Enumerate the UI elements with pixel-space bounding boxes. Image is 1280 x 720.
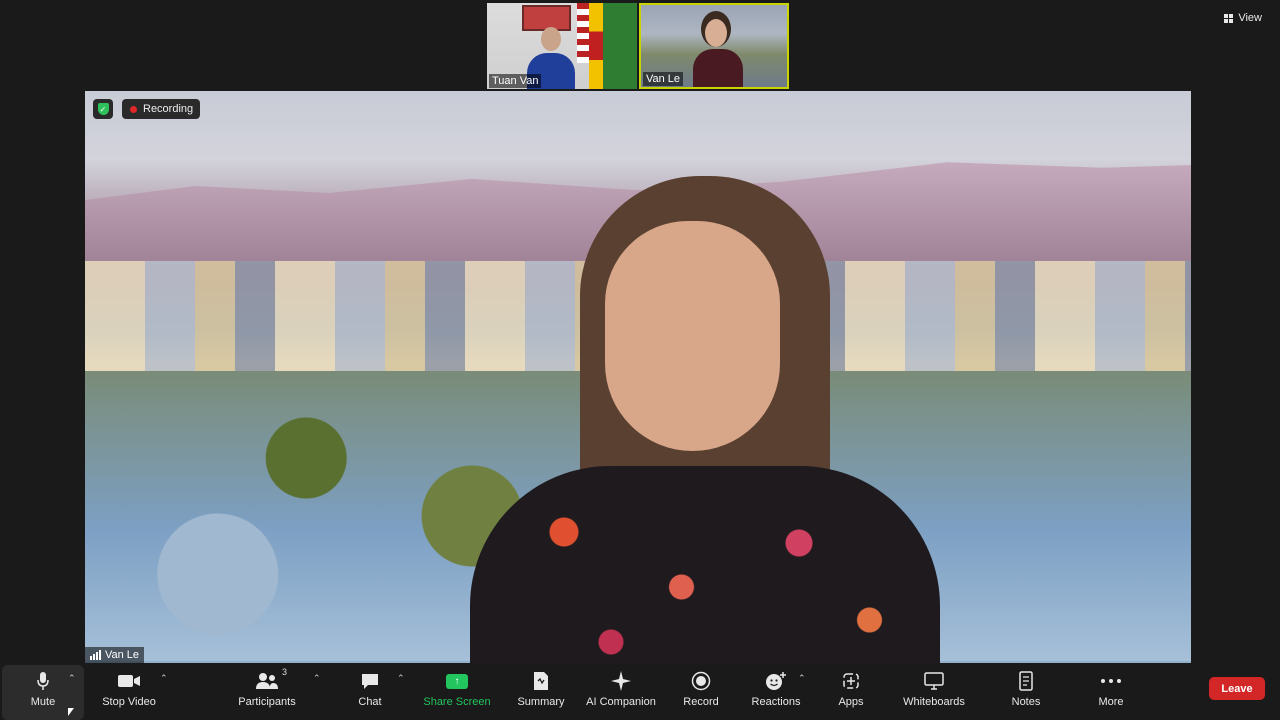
notes-icon: [1018, 670, 1034, 692]
summary-button[interactable]: Summary: [514, 665, 568, 720]
chat-button[interactable]: Chat: [352, 665, 388, 720]
share-screen-label: Share Screen: [423, 696, 491, 708]
more-dots-icon: [1100, 670, 1122, 692]
whiteboards-button[interactable]: Whiteboards: [900, 665, 968, 720]
more-button[interactable]: More: [1090, 665, 1132, 720]
whiteboards-label: Whiteboards: [903, 696, 965, 708]
microphone-icon: [36, 670, 50, 692]
record-icon: [691, 670, 711, 692]
apps-label: Apps: [838, 696, 864, 708]
reactions-options-chevron-icon[interactable]: ⌃: [798, 673, 806, 684]
mouse-cursor-icon: [68, 708, 74, 716]
speaker-name-tag: Van Le: [85, 647, 145, 663]
stop-video-label: Stop Video: [102, 696, 156, 708]
notes-label: Notes: [1011, 696, 1041, 708]
green-flag: [603, 3, 637, 89]
chat-bubble-icon: [360, 670, 380, 692]
chat-options-chevron-icon[interactable]: ⌃: [397, 673, 405, 684]
signal-bars-icon: [90, 650, 101, 660]
summary-document-icon: [532, 670, 550, 692]
whiteboard-icon: [923, 670, 945, 692]
view-button[interactable]: View: [1224, 12, 1262, 24]
main-video[interactable]: ✓ Recording Van Le: [85, 91, 1191, 663]
participants-icon: 3: [255, 667, 287, 692]
recording-badge[interactable]: Recording: [122, 99, 201, 119]
record-label: Record: [683, 696, 719, 708]
reactions-label: Reactions: [751, 696, 801, 708]
thumbnail-strip: Tuan Van Van Le: [487, 3, 789, 89]
leave-button[interactable]: Leave: [1209, 677, 1265, 700]
participants-count: 3: [281, 667, 287, 677]
ai-companion-button[interactable]: AI Companion: [584, 665, 658, 720]
recording-label: Recording: [143, 103, 194, 115]
participant-tile[interactable]: Tuan Van: [487, 3, 637, 89]
us-flag: [577, 3, 589, 63]
smiley-plus-icon: [765, 670, 787, 692]
participant-head: [541, 27, 561, 51]
apps-icon: [842, 670, 860, 692]
mute-label: Mute: [30, 696, 56, 708]
participant-body: [693, 49, 743, 87]
speaker-body: [470, 466, 940, 663]
record-button[interactable]: Record: [680, 665, 722, 720]
notes-button[interactable]: Notes: [1006, 665, 1046, 720]
participant-tile-active-speaker[interactable]: Van Le: [639, 3, 789, 89]
stop-video-button[interactable]: Stop Video: [100, 665, 158, 720]
share-screen-icon: ↑: [446, 670, 468, 692]
speaker-name: Van Le: [105, 649, 140, 661]
grid-view-icon: [1224, 13, 1234, 23]
audio-options-chevron-icon[interactable]: ⌃: [68, 673, 76, 684]
more-label: More: [1098, 696, 1124, 708]
summary-label: Summary: [517, 696, 565, 708]
participant-head: [705, 19, 727, 47]
reactions-button[interactable]: Reactions: [750, 665, 802, 720]
speaker-face: [605, 221, 780, 451]
share-screen-button[interactable]: ↑ Share Screen: [423, 665, 491, 720]
encryption-shield-icon[interactable]: ✓: [93, 99, 113, 119]
apps-button[interactable]: Apps: [834, 665, 868, 720]
participants-button[interactable]: 3 Participants: [237, 665, 297, 720]
recording-dot-icon: [130, 105, 137, 113]
video-options-chevron-icon[interactable]: ⌃: [160, 673, 168, 684]
participant-name: Van Le: [643, 72, 684, 86]
participants-label: Participants: [238, 696, 296, 708]
view-label: View: [1238, 12, 1262, 24]
video-camera-icon: [117, 670, 141, 692]
meeting-toolbar: Mute ⌃ Stop Video ⌃ 3 Participants ⌃ Cha…: [0, 665, 1280, 720]
participant-name: Tuan Van: [489, 74, 542, 88]
chat-label: Chat: [358, 696, 382, 708]
participants-options-chevron-icon[interactable]: ⌃: [313, 673, 321, 684]
yellow-flag: [589, 3, 603, 89]
sparkle-icon: [610, 670, 632, 692]
ai-companion-label: AI Companion: [586, 696, 656, 708]
